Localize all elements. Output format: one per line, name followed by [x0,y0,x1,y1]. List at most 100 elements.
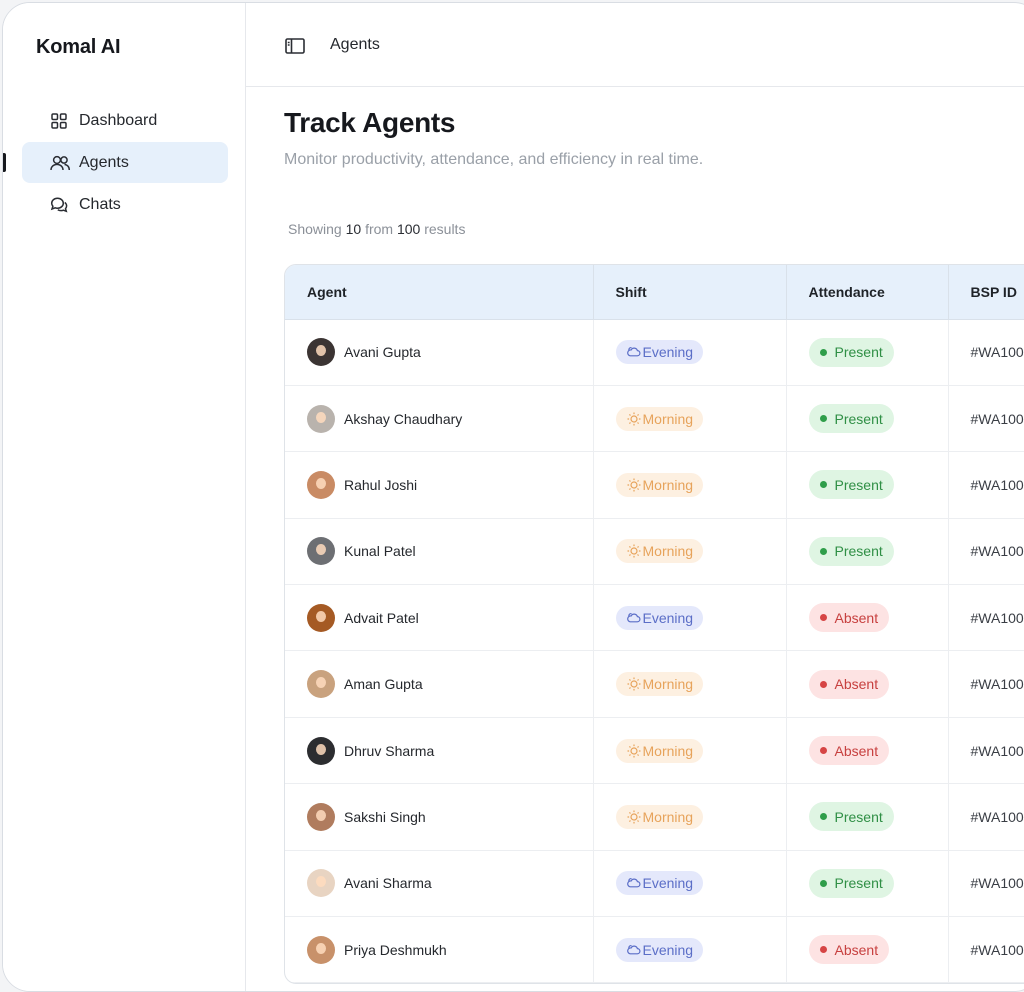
agent-name: Rahul Joshi [344,476,418,493]
attendance-cell: Present [786,385,949,453]
avatar [307,736,335,765]
results-prefix: Showing [288,221,342,237]
shift-cell: Morning [593,518,787,586]
chat-bubbles-icon [49,193,73,217]
sidebar-item-chats[interactable]: Chats [22,184,228,225]
shift-badge: Morning [615,539,704,564]
avatar [307,935,335,964]
shift-badge: Evening [615,340,704,365]
table-row[interactable]: Kunal Patel Morning Present #WA100 [285,518,1024,586]
attendance-label: Present [834,476,883,493]
bsp-id: #WA100 [970,410,1024,427]
bsp-id: #WA100 [970,875,1024,892]
table-row[interactable]: Rahul Joshi Morning Present #WA100 [285,451,1024,519]
table-header-row: Agent Shift Attendance BSP ID [285,265,1024,320]
attendance-cell: Absent [786,650,949,718]
attendance-badge: Absent [808,736,890,766]
bsp-id: #WA100 [970,941,1024,958]
shift-label: Morning [642,676,694,693]
attendance-cell: Present [786,451,949,519]
results-suffix: results [424,221,466,237]
shift-badge: Morning [615,738,704,763]
results-total-count: 100 [396,221,421,237]
shift-label: Evening [642,875,694,892]
avatar [307,404,335,433]
table-row[interactable]: Aman Gupta Morning Absent #WA100 [285,650,1024,718]
table-row[interactable]: Avani Gupta Evening Present #WA100 [285,319,1024,386]
attendance-badge: Absent [808,669,890,699]
bsp-id-cell: #WA100 [948,850,1024,918]
shift-cell: Morning [593,451,787,519]
attendance-label: Absent [834,941,879,958]
shift-badge: Morning [615,406,704,431]
breadcrumb: Agents [330,36,380,53]
status-dot-icon [819,813,827,821]
agent-cell: Advait Patel [285,584,594,652]
avatar [307,603,335,632]
bsp-id-cell: #WA100 [948,385,1024,453]
sidebar-item-label: Agents [79,153,129,171]
shift-label: Morning [642,742,694,759]
bsp-id: #WA100 [970,676,1024,693]
attendance-cell: Absent [786,584,949,652]
attendance-badge: Present [808,802,894,832]
bsp-id-cell: #WA100 [948,584,1024,652]
table-row[interactable]: Akshay Chaudhary Morning Present #WA100 [285,385,1024,453]
column-header-agent[interactable]: Agent [285,265,594,320]
attendance-label: Absent [834,609,879,626]
shift-badge: Evening [615,605,704,630]
status-dot-icon [819,481,827,489]
column-header-shift[interactable]: Shift [593,265,787,320]
avatar [307,670,335,699]
attendance-badge: Present [808,337,894,367]
agent-cell: Avani Gupta [285,319,594,386]
column-header-bsp-id[interactable]: BSP ID [948,265,1024,320]
agent-name: Avani Sharma [344,875,432,892]
page-title: Track Agents [284,107,456,138]
bsp-id-cell: #WA100 [948,319,1024,386]
grid-icon [49,109,73,133]
agent-cell: Aman Gupta [285,650,594,718]
attendance-badge: Present [808,536,894,566]
users-icon [49,151,73,175]
sidebar-toggle-icon[interactable] [284,36,306,56]
status-dot-icon [819,946,827,954]
sidebar-item-dashboard[interactable]: Dashboard [22,100,228,141]
sidebar-nav: Dashboard Agents Chats [3,100,228,226]
shift-cell: Morning [593,717,787,785]
agent-cell: Dhruv Sharma [285,717,594,785]
column-header-attendance[interactable]: Attendance [786,265,949,320]
attendance-badge: Absent [808,603,890,633]
table-row[interactable]: Dhruv Sharma Morning Absent #WA100 [285,717,1024,785]
sidebar-item-label: Dashboard [79,111,158,129]
shift-badge: Evening [615,871,704,896]
main-content: Agents Track Agents Monitor productivity… [246,3,1024,991]
agent-name: Avani Gupta [344,344,421,361]
shift-cell: Evening [593,319,787,386]
topbar: Agents [246,3,1024,87]
bsp-id: #WA100 [970,344,1024,361]
bsp-id: #WA100 [970,476,1024,493]
table-row[interactable]: Advait Patel Evening Absent #WA100 [285,584,1024,652]
attendance-cell: Present [786,850,949,918]
cloud-moon-icon [626,942,643,958]
app-window: Komal AI Dashboard Agents Chats Agents T… [2,2,1024,992]
agent-cell: Sakshi Singh [285,783,594,851]
table-row[interactable]: Avani Sharma Evening Present #WA100 [285,850,1024,918]
table-row[interactable]: Sakshi Singh Morning Present #WA100 [285,783,1024,851]
sidebar-item-label: Chats [79,195,121,213]
bsp-id: #WA100 [970,808,1024,825]
shift-label: Morning [642,808,694,825]
cloud-moon-icon [626,875,643,891]
avatar [307,338,335,367]
avatar [307,802,335,831]
bsp-id: #WA100 [970,543,1024,560]
attendance-label: Present [834,410,883,427]
sidebar-item-agents[interactable]: Agents [3,142,228,183]
results-summary: Showing 10 from 100 results [288,221,465,237]
table-row[interactable]: Priya Deshmukh Evening Absent #WA100 [285,916,1024,983]
agent-name: Dhruv Sharma [344,742,435,759]
agent-name: Aman Gupta [344,676,423,693]
status-dot-icon [819,415,827,423]
sun-icon [626,676,643,692]
